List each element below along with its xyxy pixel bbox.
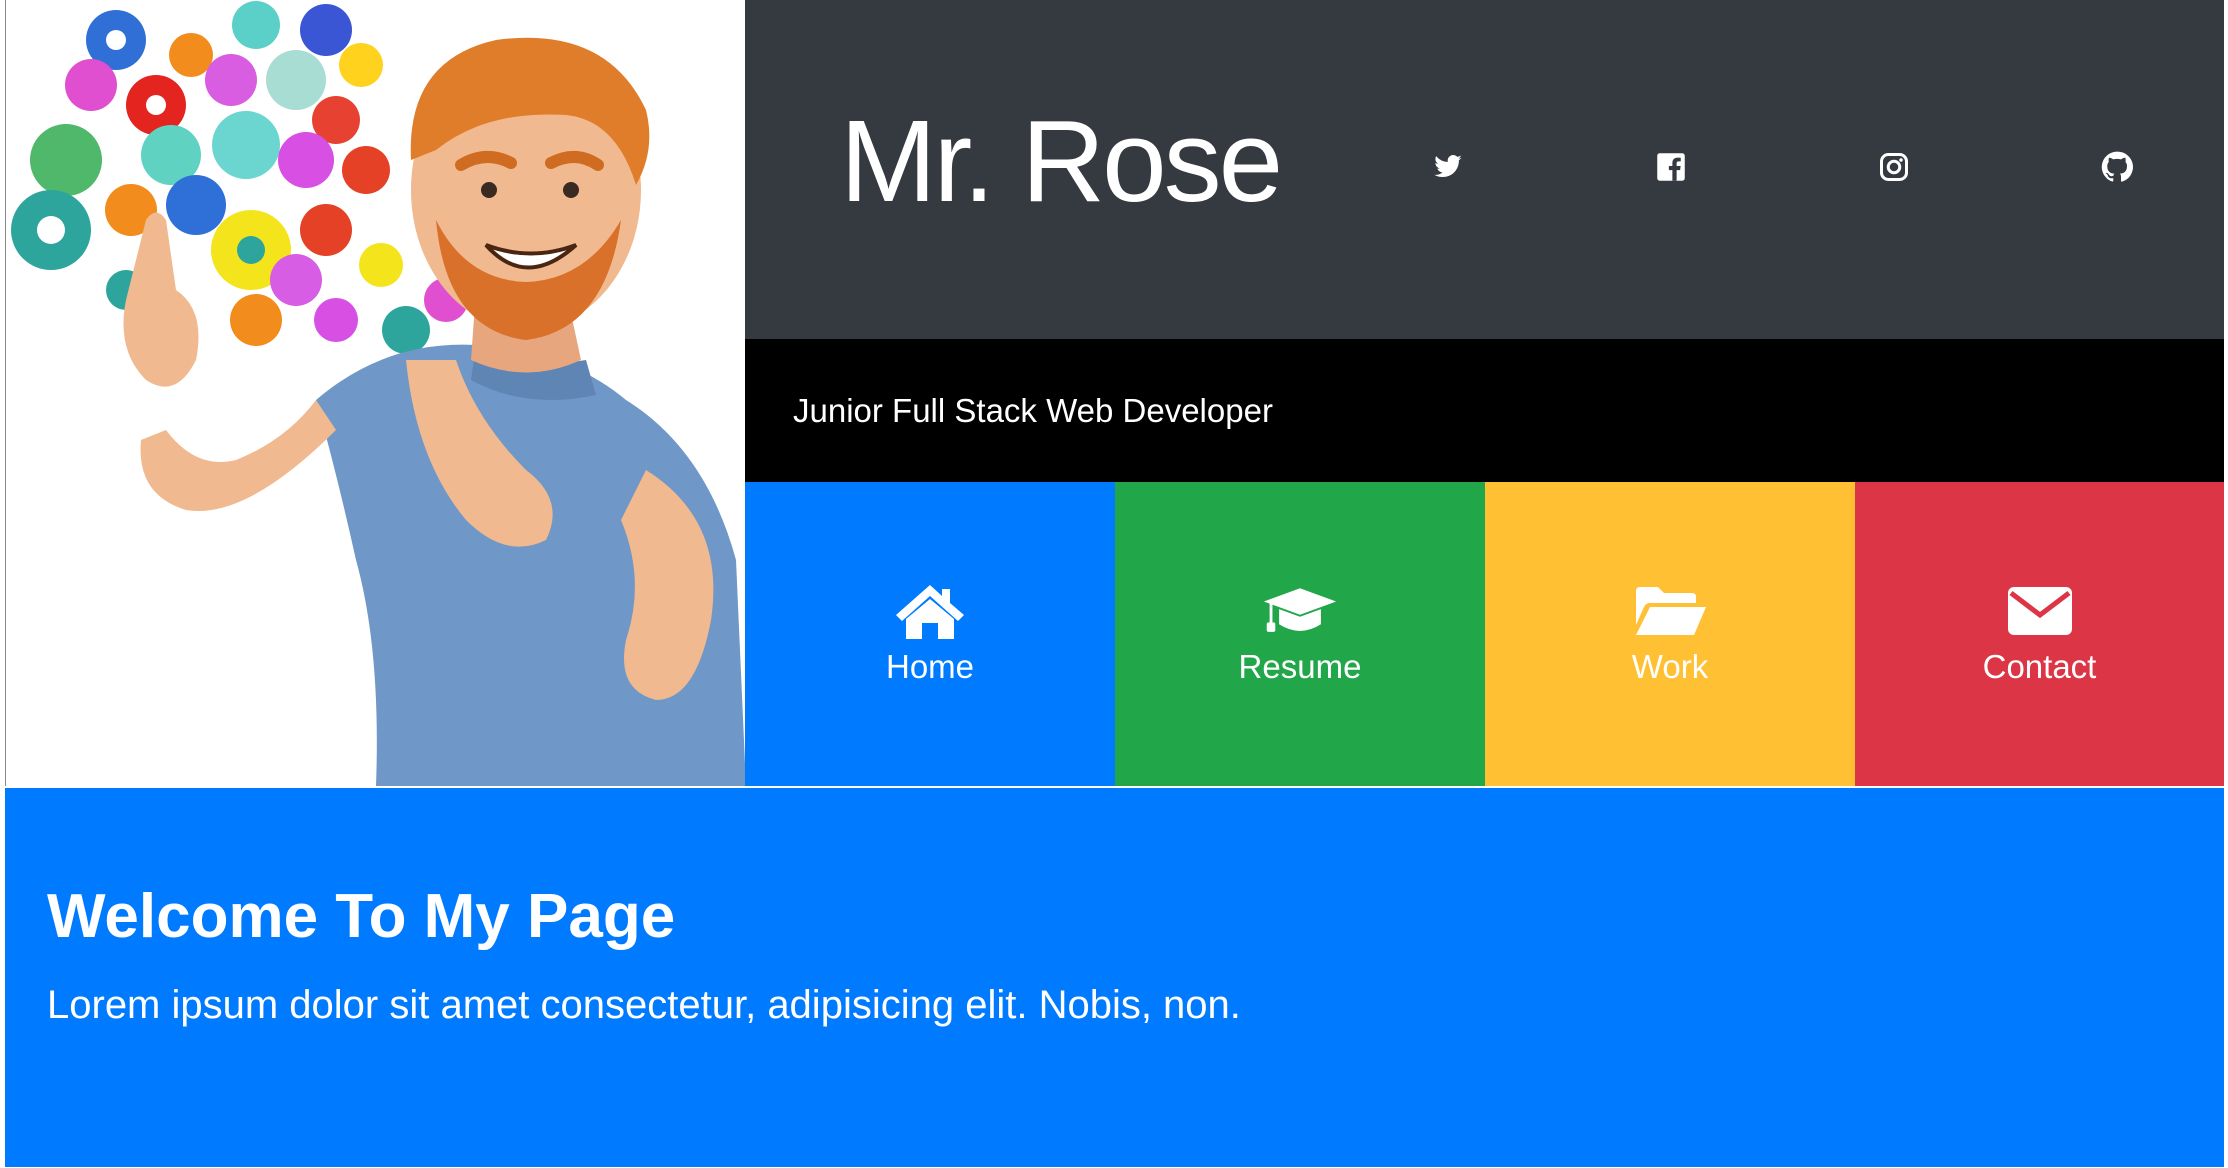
instagram-link[interactable] [1874, 147, 1914, 187]
tagline-bar: Junior Full Stack Web Developer [745, 339, 2224, 482]
instagram-icon [1880, 153, 1908, 181]
nav-label-resume: Resume [1238, 648, 1362, 685]
facebook-icon [1657, 153, 1685, 181]
nav-tile-home[interactable]: Home [745, 482, 1115, 786]
nav-tile-contact[interactable]: Contact [1855, 482, 2224, 786]
welcome-section: Welcome To My Page Lorem ipsum dolor sit… [5, 788, 2224, 1167]
nav-tile-resume[interactable]: Resume [1115, 482, 1485, 786]
tagline: Junior Full Stack Web Developer [793, 392, 1273, 429]
header: Mr. Rose [745, 0, 2224, 339]
site-title: Mr. Rose [840, 96, 1283, 226]
welcome-text: Lorem ipsum dolor sit amet consectetur, … [47, 983, 1241, 1027]
page: Mr. Rose Junior Full Stack Web Developer… [0, 0, 2228, 1168]
nav-label-home: Home [885, 648, 975, 685]
cartoon-man-with-gears-illustration [11, 1, 746, 786]
welcome-heading: Welcome To My Page [47, 882, 676, 951]
profile-illustration [5, 0, 746, 786]
folder-open-icon [1632, 581, 1708, 641]
nav-label-contact: Contact [1982, 648, 2097, 685]
github-link[interactable] [2097, 147, 2137, 187]
envelope-icon [2002, 581, 2078, 641]
github-icon [2101, 151, 2133, 182]
nav-tile-work[interactable]: Work [1485, 482, 1855, 786]
home-icon [892, 581, 968, 641]
facebook-link[interactable] [1651, 147, 1691, 187]
nav-label-work: Work [1631, 648, 1709, 685]
graduation-cap-icon [1262, 581, 1338, 641]
twitter-icon [1434, 155, 1462, 178]
twitter-link[interactable] [1428, 147, 1468, 187]
